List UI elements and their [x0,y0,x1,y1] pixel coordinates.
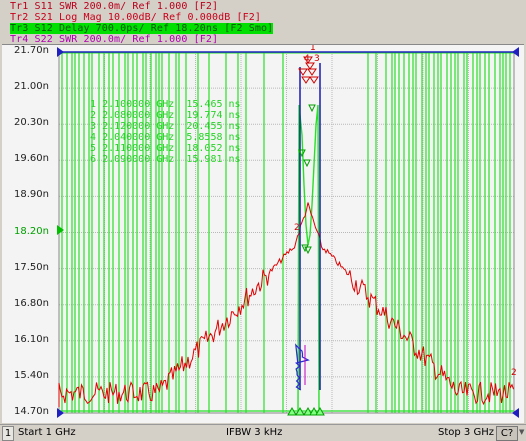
marker-id: 1 [90,99,97,110]
marker-flag-icon [307,68,317,76]
ref-left-bottom-icon [57,408,64,418]
trace-plot[interactable]: 14 322 [2,45,524,423]
marker-flag-icon [309,76,319,84]
marker-number-label: 1 [310,45,316,53]
start-frequency[interactable]: Start 1 GHz [18,426,76,439]
delay-passband-trace [297,104,320,412]
stop-frequency[interactable]: Stop 3 GHz [438,426,494,439]
ref-left-icon [57,47,64,57]
ref-right-icon [512,47,519,57]
marker-value: 5.8558 ns [186,132,241,143]
analyzer-window: Tr1 S11 SWR 200.0m/ Ref 1.000 [F2] Tr2 S… [0,0,526,441]
marker-value: 20.455 ns [186,121,241,132]
marker-value: 15.981 ns [186,154,241,165]
status-bar: 1 Start 1 GHz IFBW 3 kHz Stop 3 GHz C? ▼ [0,424,526,441]
channel-number[interactable]: 1 [2,426,14,441]
marker-value: 15.465 ns [186,99,241,110]
marker-frequency: 2.080000 GHz [102,110,175,121]
marker-frequency: 2.040000 GHz [102,132,175,143]
marker-green-icon [303,159,311,168]
marker-id: 3 [90,121,97,132]
trace-3-label[interactable]: Tr3 S12 Delay 700.0ps/ Ref 18.20ns [F2 S… [10,23,274,34]
scroll-down-icon[interactable]: ▼ [519,426,525,439]
marker-value: 19.774 ns [186,110,241,121]
marker-table: 1 2.100000 GHz 15.465 ns 2 2.080000 GHz 1… [90,99,241,165]
trace-1-label[interactable]: Tr1 S11 SWR 200.0m/ Ref 1.000 [F2] [10,1,218,12]
marker-id: 5 [90,143,97,154]
marker-row: 2 2.080000 GHz 19.774 ns [90,110,241,121]
marker-value: 18.052 ns [186,143,241,154]
marker-id: 2 [90,110,97,121]
marker-frequency: 2.100000 GHz [102,99,175,110]
marker-number-label: 3 [314,54,320,64]
marker-row: 5 2.110000 GHz 18.052 ns [90,143,241,154]
marker-row: 1 2.100000 GHz 15.465 ns [90,99,241,110]
ref-right-bottom-icon [512,408,519,418]
marker-row: 6 2.090000 GHz 15.981 ns [90,154,241,165]
marker-frequency: 2.120000 GHz [102,121,175,132]
marker-number-label: 2 [511,368,517,378]
marker-row: 3 2.120000 GHz 20.455 ns [90,121,241,132]
ifbw-setting[interactable]: IFBW 3 kHz [226,426,282,439]
marker-id: 4 [90,132,97,143]
trace-legend: Tr1 S11 SWR 200.0m/ Ref 1.000 [F2] Tr2 S… [2,0,524,45]
marker-number-label: 2 [294,223,300,233]
channel-status-button[interactable]: C? [496,426,518,441]
marker-green-icon [308,104,316,113]
marker-flag-icon [301,76,311,84]
marker-frequency: 2.090000 GHz [102,154,175,165]
marker-number-label: 4 [304,54,310,64]
ref-green-icon [57,225,64,235]
marker-frequency: 2.110000 GHz [102,143,175,154]
marker-row: 4 2.040000 GHz 5.8558 ns [90,132,241,143]
trace-2-label[interactable]: Tr2 S21 Log Mag 10.00dB/ Ref 0.000dB [F2… [10,12,261,23]
marker-id: 6 [90,154,97,165]
plot-area[interactable]: 21.70n 21.00n 20.30n 19.60n 18.90n 18.20n 17.5… [2,44,524,423]
